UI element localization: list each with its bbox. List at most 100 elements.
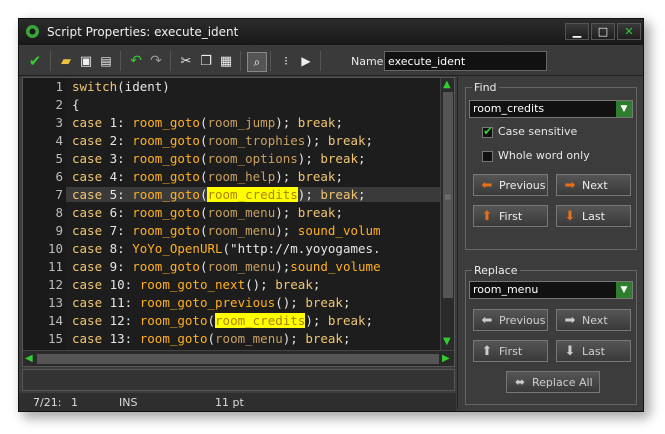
code-line[interactable]: { [72,97,80,112]
name-field[interactable] [384,51,547,71]
grip-icon: ≡ [444,193,452,203]
code-line[interactable]: case 2: room_goto(room_trophies); break; [72,133,373,148]
find-previous-label: Previous [499,178,546,192]
close-button[interactable]: ✕ [617,23,641,40]
line-number-gutter: 1 2 3 4 5 6 7 8 9 10 11 12 13 14 15 [23,78,66,350]
case-sensitive-label: Case sensitive [498,125,578,138]
code-line-current[interactable]: case 5: room_goto(room_credits); break; [66,187,440,202]
find-first-button[interactable]: ⬆ First [473,205,548,227]
code-line[interactable]: case 9: room_goto(room_menu);sound_volum… [72,259,381,274]
scroll-down-icon[interactable]: ▼ [443,336,451,347]
horizontal-scrollbar[interactable]: ◀ ▶ [23,350,454,366]
find-first-label: First [499,209,523,223]
message-area [22,369,455,391]
minimize-button[interactable]: ▁ [565,23,589,40]
window-title: Script Properties: execute_ident [47,25,239,39]
find-next-label: Next [582,178,608,192]
code-line[interactable]: case 8: YoYo_OpenURL("http://m.yoyogames… [72,241,381,256]
arrow-up-icon: ⬆ [481,343,493,359]
scroll-right-icon[interactable]: ▶ [442,353,450,364]
replace-dropdown-button[interactable]: ▼ [616,282,632,298]
vertical-scrollbar[interactable]: ▲ ≡ ▼ [440,78,454,350]
replace-combo[interactable]: room_menu ▼ [469,281,633,299]
ok-check-icon: ✔ [28,52,42,70]
whole-word-checkbox[interactable] [482,151,493,162]
code-line[interactable]: switch(ident) [72,79,170,94]
print-icon: ▤ [100,54,112,68]
find-label: Find [472,81,499,94]
chevron-down-icon: ▼ [620,285,628,295]
find-last-label: Last [582,209,605,223]
gamemaker-logo-icon [26,25,39,38]
code-line[interactable]: case 10: room_goto_next(); break; [72,277,320,292]
line-number: 9 [55,223,63,238]
replace-all-icon: ⬌ [514,375,526,389]
code-line[interactable]: case 3: room_goto(room_options); break; [72,151,366,166]
scroll-left-icon[interactable]: ◀ [25,353,33,364]
line-number: 11 [47,259,63,274]
paste-button[interactable]: ▦ [217,52,235,70]
line-number: 7 [55,187,63,202]
find-icon: ⌕ [253,54,261,69]
horizontal-scroll-thumb[interactable] [37,354,439,364]
maximize-button[interactable]: □ [591,23,615,40]
code-line[interactable]: case 4: room_goto(room_help); break; [72,169,343,184]
ok-button[interactable]: ✔ [26,52,44,70]
find-next-button[interactable]: ➡ Next [556,174,631,196]
redo-button[interactable]: ↷ [147,52,165,70]
arrow-left-icon: ⬅ [481,177,493,193]
code-line[interactable]: case 11: room_goto_previous(); break; [72,295,351,310]
cut-icon: ✂ [180,53,192,69]
script-properties-window: Script Properties: execute_ident ▁ □ ✕ ✔… [18,18,644,412]
line-number: 8 [55,205,63,220]
title-bar[interactable]: Script Properties: execute_ident ▁ □ ✕ [19,19,643,45]
line-number: 12 [47,277,63,292]
find-last-button[interactable]: ⬇ Last [556,205,631,227]
arrow-left-icon: ⬅ [481,312,493,328]
undo-button[interactable]: ↶ [127,52,145,70]
toolbar: ✔ ▰ ▣ ▤ ↶ ↷ ✂ ❐ ▦ ⌕ ⁝ ▶ Name: [19,47,643,76]
find-previous-button[interactable]: ⬅ Previous [473,174,548,196]
line-number: 3 [55,115,63,130]
cut-button[interactable]: ✂ [177,52,195,70]
open-button[interactable]: ▰ [57,52,75,70]
minimize-icon: ▁ [572,25,582,38]
replace-group: Replace room_menu ▼ ⬅ Previous ➡ Next ⬆ Fir… [465,264,637,405]
code-line[interactable]: case 1: room_goto(room_jump); break; [72,115,343,130]
code-line[interactable]: case 6: room_goto(room_menu); break; [72,205,343,220]
print-button[interactable]: ▤ [97,52,115,70]
save-button[interactable]: ▣ [77,52,95,70]
line-number: 2 [55,97,63,112]
goto-line-button[interactable]: ⁝ [277,52,295,70]
check-script-icon: ▶ [301,54,311,68]
cursor-column: 1 [71,396,78,409]
line-number: 6 [55,169,63,184]
scroll-up-icon[interactable]: ▲ [443,79,451,90]
replace-last-button[interactable]: ⬇ Last [556,340,631,362]
line-number: 4 [55,133,63,148]
code-line[interactable]: case 7: room_goto(room_menu); sound_volu… [72,223,381,238]
code-line[interactable]: case 12: room_goto(room_credits); break; [72,313,373,328]
redo-icon: ↷ [150,53,162,69]
paste-icon: ▦ [219,53,233,69]
replace-next-button[interactable]: ➡ Next [556,309,631,331]
replace-first-button[interactable]: ⬆ First [473,340,548,362]
find-dropdown-button[interactable]: ▼ [616,101,632,117]
check-icon: ✔ [483,124,494,138]
find-button[interactable]: ⌕ [247,52,267,72]
font-size-indicator: 11 pt [215,396,244,409]
code-area[interactable]: switch(ident) { case 1: room_goto(room_jum… [66,78,440,350]
copy-button[interactable]: ❐ [197,52,215,70]
code-editor[interactable]: 1 2 3 4 5 6 7 8 9 10 11 12 13 14 15 switch(ident){case… [22,77,455,367]
find-group: Find room_credits ▼ ✔ Case sensitive Who… [465,81,637,250]
code-line[interactable]: case 13: room_goto(room_menu); break; [72,331,351,346]
whole-word-label: Whole word only [498,149,590,162]
replace-all-button[interactable]: ⬌ Replace All [506,371,600,393]
find-combo[interactable]: room_credits ▼ [469,100,633,118]
replace-previous-button[interactable]: ⬅ Previous [473,309,548,331]
arrow-right-icon: ➡ [564,177,576,193]
check-script-button[interactable]: ▶ [297,52,315,70]
case-sensitive-checkbox[interactable]: ✔ [482,124,494,138]
insert-mode: INS [119,396,138,409]
line-number: 15 [47,331,63,346]
